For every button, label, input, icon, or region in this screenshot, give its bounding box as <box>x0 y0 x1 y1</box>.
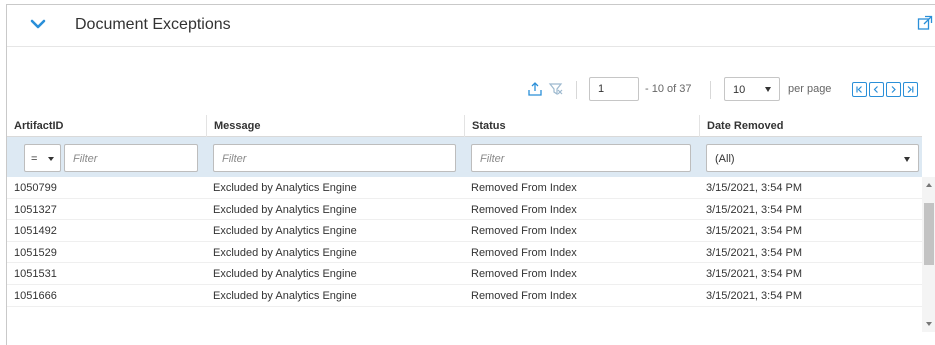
status-cell: Removed From Index <box>471 225 577 238</box>
artifactid-cell: 1051529 <box>14 246 57 259</box>
toolbar-divider <box>576 81 577 99</box>
column-header-artifactid[interactable]: ArtifactID <box>7 115 206 137</box>
table-row[interactable]: 1051529 Excluded by Analytics Engine Rem… <box>7 242 922 264</box>
grid-toolbar: - 10 of 37 10 per page <box>7 77 935 103</box>
vertical-scrollbar[interactable] <box>922 177 935 332</box>
artifactid-filter-input[interactable]: Filter <box>64 144 198 172</box>
date-removed-cell: 3/15/2021, 3:54 PM <box>706 225 803 238</box>
grid-body: 1050799 Excluded by Analytics Engine Rem… <box>7 177 922 307</box>
per-page-value: 10 <box>733 84 746 96</box>
artifactid-cell: 1051327 <box>14 203 57 216</box>
column-header-date-removed[interactable]: Date Removed <box>699 115 922 137</box>
message-cell: Excluded by Analytics Engine <box>213 246 357 259</box>
popout-icon[interactable] <box>917 15 933 31</box>
column-header-row: ArtifactID Message Status Date Removed <box>7 115 922 137</box>
date-removed-cell: 3/15/2021, 3:54 PM <box>706 246 803 259</box>
message-cell: Excluded by Analytics Engine <box>213 182 357 194</box>
per-page-label: per page <box>788 83 832 95</box>
chevron-down-icon[interactable] <box>27 13 49 35</box>
status-cell: Removed From Index <box>471 182 577 194</box>
column-header-status[interactable]: Status <box>464 115 699 137</box>
status-cell: Removed From Index <box>471 246 577 259</box>
first-page-icon[interactable] <box>852 82 867 97</box>
table-row[interactable]: 1051666 Excluded by Analytics Engine Rem… <box>7 285 922 307</box>
artifactid-cell: 1051531 <box>14 268 57 281</box>
artifactid-cell: 1051492 <box>14 225 57 238</box>
date-removed-cell: 3/15/2021, 3:54 PM <box>706 203 803 216</box>
document-exceptions-panel: Document Exceptions - 10 of 37 10 per pa… <box>6 4 935 345</box>
table-row[interactable]: 1050799 Excluded by Analytics Engine Rem… <box>7 177 922 199</box>
status-cell: Removed From Index <box>471 203 577 216</box>
message-cell: Excluded by Analytics Engine <box>213 203 357 216</box>
table-row[interactable]: 1051531 Excluded by Analytics Engine Rem… <box>7 263 922 285</box>
message-cell: Excluded by Analytics Engine <box>213 225 357 238</box>
per-page-select[interactable]: 10 <box>724 77 780 101</box>
scroll-up-arrow-icon[interactable] <box>926 183 932 187</box>
page-total-label: - 10 of 37 <box>645 83 692 95</box>
status-cell: Removed From Index <box>471 289 577 302</box>
date-removed-cell: 3/15/2021, 3:54 PM <box>706 289 803 302</box>
prev-page-icon[interactable] <box>869 82 884 97</box>
artifactid-cell: 1050799 <box>14 182 57 194</box>
operator-value: = <box>31 153 38 165</box>
date-removed-filter-select[interactable]: (All) <box>706 144 919 172</box>
table-row[interactable]: 1051327 Excluded by Analytics Engine Rem… <box>7 199 922 221</box>
scrollbar-thumb[interactable] <box>924 203 934 265</box>
toolbar-divider <box>710 81 711 99</box>
filter-row: = Filter Filter Filter (All) <box>7 137 922 177</box>
status-filter-input[interactable]: Filter <box>471 144 691 172</box>
status-cell: Removed From Index <box>471 268 577 281</box>
artifactid-cell: 1051666 <box>14 289 57 302</box>
panel-header: Document Exceptions <box>7 5 935 47</box>
date-filter-value: (All) <box>715 153 735 165</box>
panel-title: Document Exceptions <box>75 16 231 33</box>
clear-filters-icon[interactable] <box>548 81 564 97</box>
dropdown-caret-icon <box>904 157 910 162</box>
dropdown-caret-icon <box>48 157 54 161</box>
date-removed-cell: 3/15/2021, 3:54 PM <box>706 268 803 281</box>
last-page-icon[interactable] <box>903 82 918 97</box>
export-icon[interactable] <box>527 81 543 97</box>
message-cell: Excluded by Analytics Engine <box>213 289 357 302</box>
column-header-message[interactable]: Message <box>206 115 464 137</box>
scroll-down-arrow-icon[interactable] <box>926 322 932 326</box>
message-cell: Excluded by Analytics Engine <box>213 268 357 281</box>
table-row[interactable]: 1051492 Excluded by Analytics Engine Rem… <box>7 220 922 242</box>
next-page-icon[interactable] <box>886 82 901 97</box>
message-filter-input[interactable]: Filter <box>213 144 456 172</box>
page-number-input[interactable] <box>589 77 639 101</box>
dropdown-caret-icon <box>765 87 771 92</box>
artifactid-operator-select[interactable]: = <box>24 144 61 172</box>
date-removed-cell: 3/15/2021, 3:54 PM <box>706 182 803 194</box>
